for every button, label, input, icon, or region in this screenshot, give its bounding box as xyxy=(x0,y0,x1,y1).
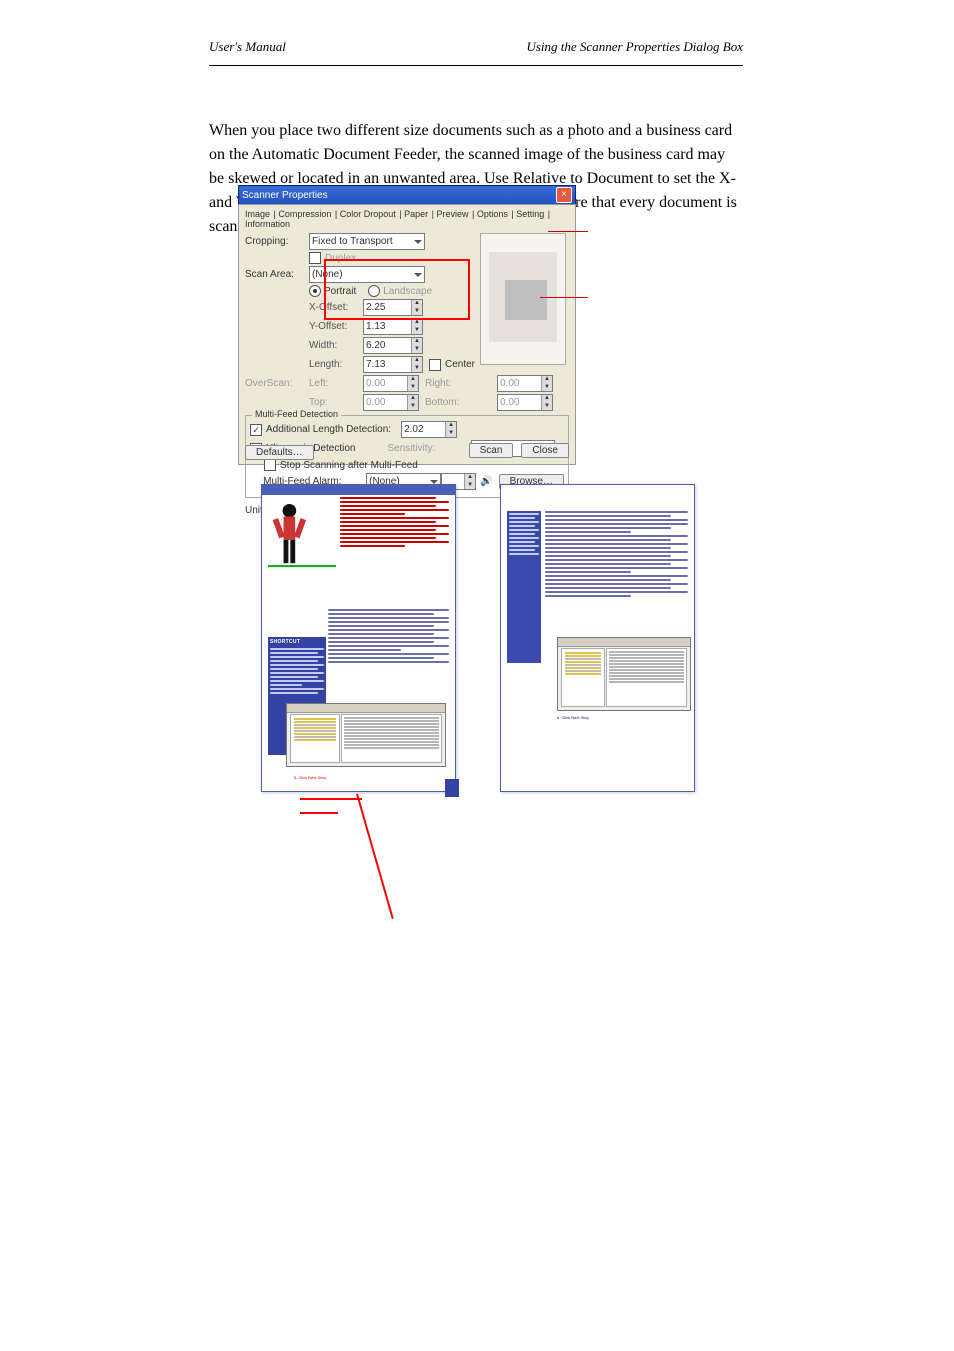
book-scan-illustration: SHORTCUT 5. Click Next Step. xyxy=(261,484,693,790)
center-checkbox[interactable]: Center xyxy=(429,359,475,371)
callout-line xyxy=(300,812,338,814)
dialog-titlebar[interactable]: Scanner Properties × xyxy=(238,185,576,204)
tab-image[interactable]: Image xyxy=(245,209,270,219)
bottom-stepper: 0.00▲▼ xyxy=(497,394,553,411)
heading-right: Using the Scanner Properties Dialog Box xyxy=(526,39,743,55)
tab-paper[interactable]: Paper xyxy=(404,209,428,219)
book-page-left: SHORTCUT 5. Click Next Step. xyxy=(261,484,456,792)
overscan-label: OverScan: xyxy=(245,378,309,389)
tab-compression[interactable]: Compression xyxy=(278,209,331,219)
scan-button[interactable]: Scan xyxy=(469,443,514,458)
right-stepper: 0.00▲▼ xyxy=(497,375,553,392)
stopscan-checkbox[interactable]: Stop Scanning after Multi-Feed xyxy=(264,459,418,471)
page-tab xyxy=(445,779,459,797)
tab-options[interactable]: Options xyxy=(477,209,508,219)
xoffset-label: X-Offset: xyxy=(309,302,363,313)
cropping-select[interactable]: Fixed to Transport xyxy=(309,233,425,250)
dialog-tablist: Image | Compression | Color Dropout | Pa… xyxy=(245,209,569,229)
xoffset-stepper[interactable]: 2.25▲▼ xyxy=(363,299,423,316)
cropping-value: Fixed to Transport xyxy=(312,236,393,247)
callout-line xyxy=(300,798,362,800)
addlen-stepper[interactable]: 2.02▲▼ xyxy=(401,421,457,438)
top-stepper: 0.00▲▼ xyxy=(363,394,419,411)
yoffset-label: Y-Offset: xyxy=(309,321,363,332)
screenshot-thumb xyxy=(557,637,691,711)
width-stepper[interactable]: 6.20▲▼ xyxy=(363,337,423,354)
callout-line xyxy=(548,231,588,232)
book-page-right: 6. Click Next Step. xyxy=(500,484,695,792)
top-label: Top: xyxy=(309,397,363,408)
running-header: User's Manual Using the Scanner Properti… xyxy=(209,39,743,55)
sidebar-title: SHORTCUT xyxy=(270,639,324,646)
width-label: Width: xyxy=(309,340,363,351)
text-lines xyxy=(340,497,449,547)
chevron-down-icon xyxy=(414,240,422,244)
dialog-body: Image | Compression | Color Dropout | Pa… xyxy=(238,204,576,465)
chevron-down-icon xyxy=(414,273,422,277)
step-caption: 5. Click Next Step. xyxy=(294,775,327,780)
heading-left: User's Manual xyxy=(209,39,286,55)
cropping-label: Cropping: xyxy=(245,236,309,247)
tab-preview[interactable]: Preview xyxy=(436,209,468,219)
callout-line xyxy=(356,793,394,919)
step-caption: 6. Click Next Step. xyxy=(557,715,590,720)
preview-selection[interactable] xyxy=(505,280,547,320)
text-lines xyxy=(328,609,449,663)
length-label: Length: xyxy=(309,359,363,370)
scanarea-label: Scan Area: xyxy=(245,269,309,280)
header-rule xyxy=(209,65,743,67)
figure-icon xyxy=(268,497,336,575)
landscape-radio: Landscape xyxy=(368,285,432,297)
right-label: Right: xyxy=(425,378,461,389)
yoffset-stepper[interactable]: 1.13▲▼ xyxy=(363,318,423,335)
left-label: Left: xyxy=(309,378,363,389)
addlen-checkbox[interactable]: Additional Length Detection: xyxy=(250,424,391,436)
close-icon[interactable]: × xyxy=(556,187,572,203)
tab-setting[interactable]: Setting xyxy=(516,209,544,219)
sensitivity-label: Sensitivity: xyxy=(387,443,435,454)
portrait-radio[interactable]: Portrait xyxy=(309,285,356,297)
chevron-down-icon xyxy=(430,480,438,484)
tab-color-dropout[interactable]: Color Dropout xyxy=(340,209,396,219)
defaults-button[interactable]: Defaults… xyxy=(245,445,314,460)
length-stepper[interactable]: 7.13▲▼ xyxy=(363,356,423,373)
left-stepper: 0.00▲▼ xyxy=(363,375,419,392)
preview-pane xyxy=(480,233,566,365)
callout-line xyxy=(540,297,588,298)
sidebar-panel xyxy=(507,511,541,663)
scanarea-select[interactable]: (None) xyxy=(309,266,425,283)
screenshot-thumb xyxy=(286,703,446,767)
dialog-title: Scanner Properties xyxy=(242,190,328,201)
close-button[interactable]: Close xyxy=(521,443,569,458)
scanner-properties-dialog: Scanner Properties × Image | Compression… xyxy=(238,185,576,458)
duplex-checkbox: Duplex xyxy=(309,252,356,264)
bottom-label: Bottom: xyxy=(425,397,461,408)
text-lines xyxy=(545,511,688,597)
scanarea-value: (None) xyxy=(312,269,343,280)
multifeed-legend: Multi-Feed Detection xyxy=(252,409,341,419)
tab-information[interactable]: Information xyxy=(245,219,290,229)
